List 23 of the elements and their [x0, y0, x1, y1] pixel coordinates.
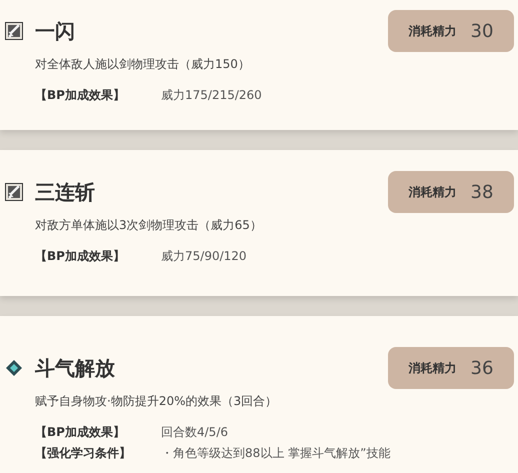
effect-label: 【BP加成效果】 [35, 248, 126, 265]
effect-label: 【BP加成效果】 [35, 424, 126, 441]
cost-value: 36 [470, 358, 494, 378]
cost-value: 38 [470, 182, 494, 202]
sword-icon [5, 22, 23, 40]
cost-label: 消耗精力 [408, 360, 457, 376]
effect-value: 威力75/90/120 [161, 248, 247, 265]
diamond-icon [5, 359, 23, 377]
skill-description: 对敌方单体施以3次剑物理攻击（威力65） [35, 217, 263, 234]
effect-label: 【强化学习条件】 [35, 445, 132, 462]
cost-label: 消耗精力 [408, 184, 457, 200]
skill-name: 三连斩 [35, 178, 95, 206]
cost-label: 消耗精力 [408, 22, 457, 40]
skill-name: 斗气解放 [35, 354, 115, 382]
effect-value: 回合数4/5/6 [161, 424, 228, 441]
effect-label: 【BP加成效果】 [35, 87, 126, 104]
sword-icon [5, 183, 23, 201]
skill-name: 一闪 [35, 18, 75, 44]
effect-value: 威力175/215/260 [161, 87, 262, 104]
skill-description: 对全体敌人施以剑物理攻击（威力150） [35, 56, 251, 73]
cost-value: 30 [470, 20, 494, 42]
skill-description: 赋予自身物攻·物防提升20%的效果（3回合） [35, 393, 278, 410]
effect-value: ・角色等级达到88以上 掌握斗气解放”技能 [161, 445, 390, 462]
